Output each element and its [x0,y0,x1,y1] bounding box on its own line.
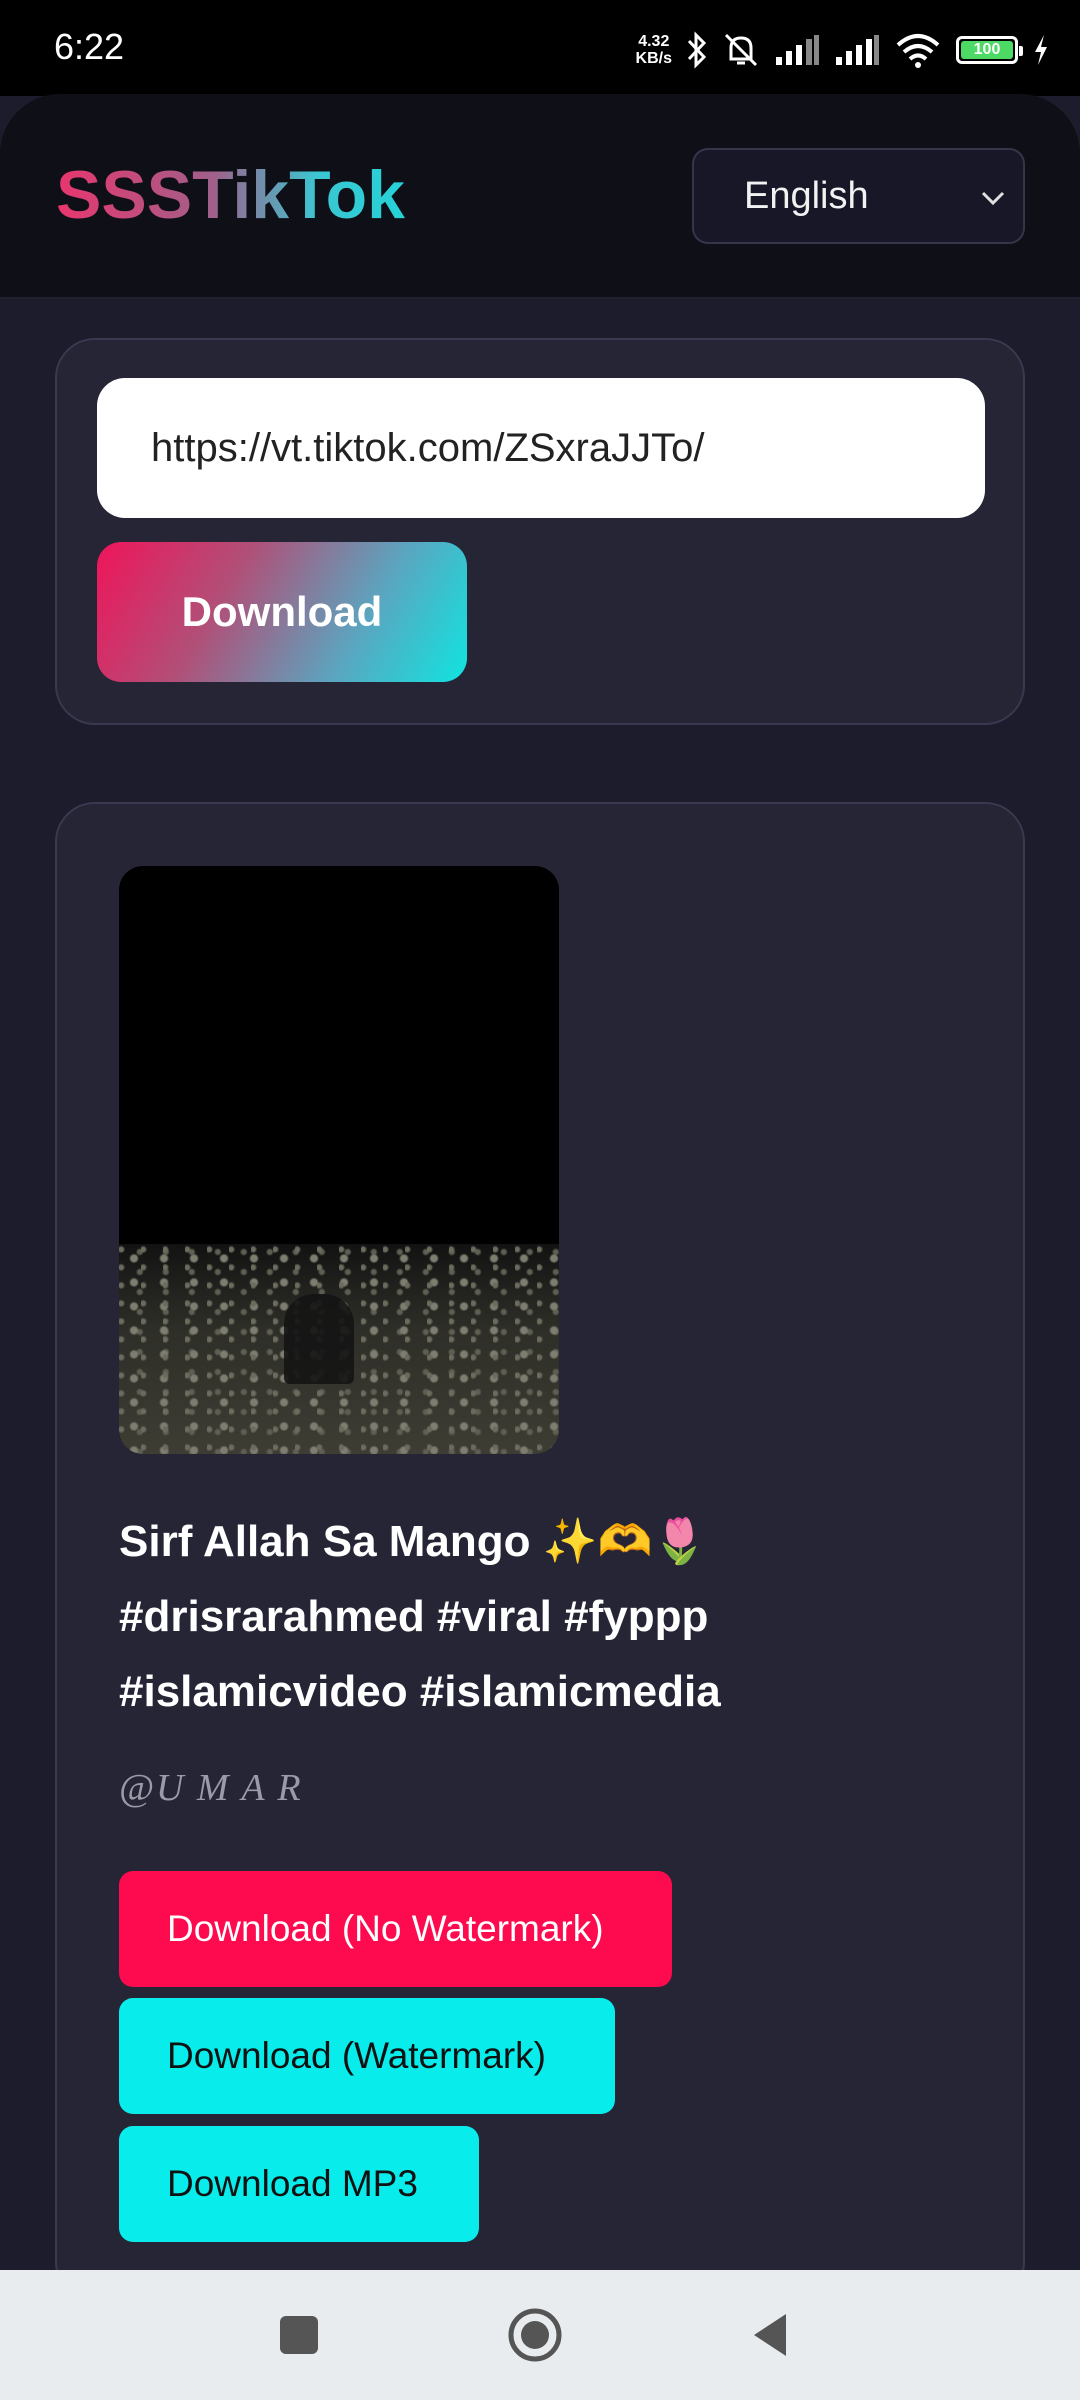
home-icon[interactable] [505,2304,565,2366]
video-author: @U M A R [119,1767,303,1809]
battery-icon: 100 [956,36,1023,64]
caption-line: Sirf Allah Sa Mango ✨🫶🌷 [119,1517,708,1566]
back-icon[interactable] [748,2304,792,2366]
status-time: 6:22 [54,26,125,67]
network-speed-value: 4.32 [638,33,670,50]
url-form-card: Download [55,338,1025,725]
status-icons: 4.32 KB/s 100 [636,28,1050,72]
language-select-value: English [744,174,869,217]
charging-icon [1035,35,1047,65]
download-no-watermark-button[interactable]: Download (No Watermark) [119,1871,672,1987]
wifi-icon [896,34,940,68]
battery-level: 100 [961,41,1013,59]
bell-off-icon [724,33,758,67]
site-logo[interactable]: SSSTikTok [56,156,405,234]
caption-line: #drisrarahmed #viral #fyppp [119,1592,709,1641]
network-speed-unit: KB/s [635,50,672,67]
video-thumbnail[interactable] [119,866,559,1454]
system-nav-bar [0,2270,1080,2400]
url-input[interactable] [97,378,985,518]
status-bar: 6:22 4.32 KB/s 100 [0,0,1080,96]
result-card: Sirf Allah Sa Mango ✨🫶🌷 #drisrarahmed #v… [55,802,1025,2302]
download-mp3-button[interactable]: Download MP3 [119,2126,479,2242]
download-button[interactable]: Download [97,542,467,682]
language-select[interactable]: English [692,148,1025,244]
network-speed: 4.32 KB/s [636,33,672,67]
signal-icon [836,35,879,65]
thumbnail-figure [284,1294,354,1384]
caption-line: #islamicvideo #islamicmedia [119,1667,721,1716]
site-header: SSSTikTok English [0,94,1080,299]
recents-icon[interactable] [276,2304,322,2366]
video-caption: Sirf Allah Sa Mango ✨🫶🌷 #drisrarahmed #v… [119,1504,959,1729]
chevron-down-icon [981,191,1005,206]
download-watermark-button[interactable]: Download (Watermark) [119,1998,615,2114]
bluetooth-icon [687,31,707,69]
signal-icon [776,35,819,65]
